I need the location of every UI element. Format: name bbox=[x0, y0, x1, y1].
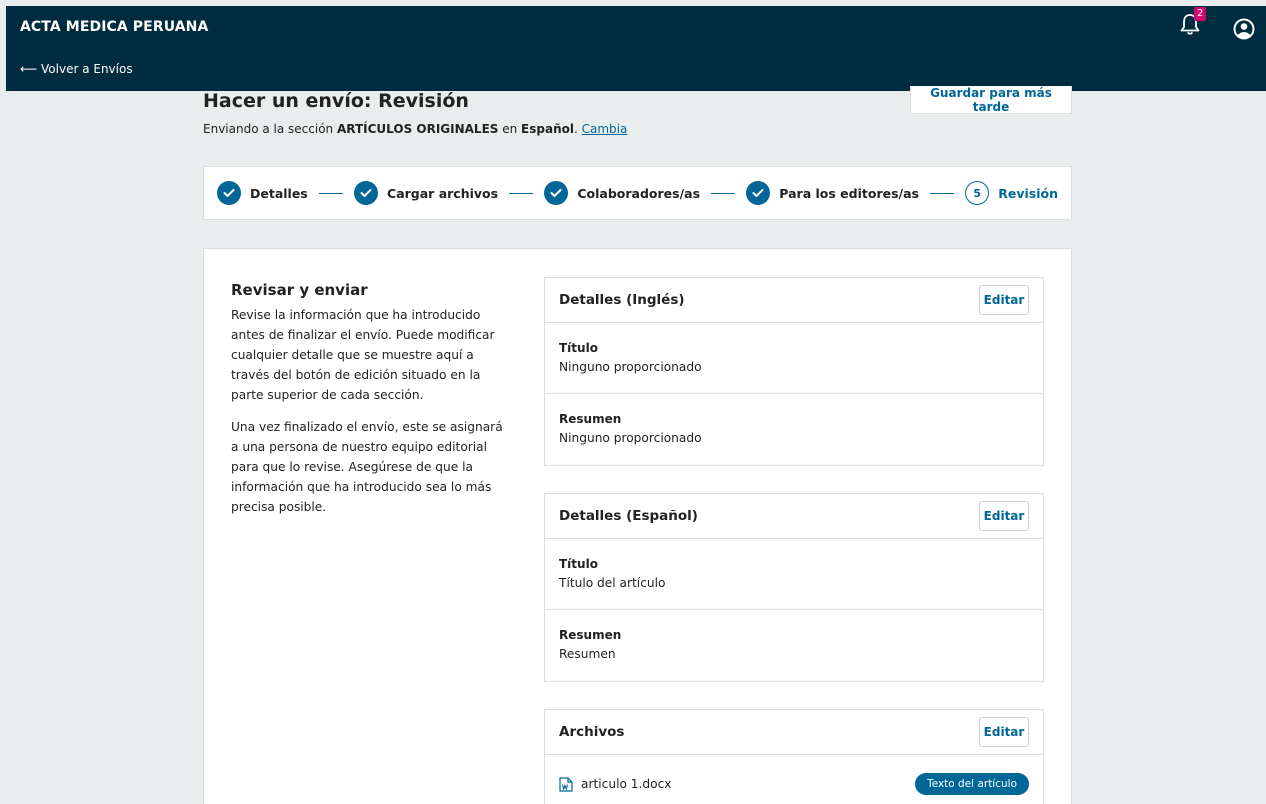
step-label: Detalles bbox=[250, 185, 308, 201]
save-for-later-button[interactable]: Guardar para más tarde bbox=[910, 86, 1072, 114]
panel-header: Archivos Editar bbox=[545, 710, 1043, 755]
step-connector bbox=[509, 192, 534, 194]
title-field: Título Título del artículo bbox=[545, 539, 1043, 610]
edit-files-button[interactable]: Editar bbox=[979, 717, 1029, 747]
step-connector bbox=[929, 192, 955, 194]
check-icon bbox=[217, 181, 241, 205]
page-title: Hacer un envío: Revisión bbox=[203, 90, 469, 112]
user-account-icon[interactable] bbox=[1233, 18, 1255, 40]
panel-header: Detalles (Inglés) Editar bbox=[545, 278, 1043, 323]
panel-title: Detalles (Inglés) bbox=[559, 292, 685, 308]
panel-title: Detalles (Español) bbox=[559, 508, 698, 524]
change-section-link[interactable]: Cambia bbox=[582, 122, 628, 136]
details-spanish-panel: Detalles (Español) Editar Título Título … bbox=[544, 493, 1044, 682]
edit-details-spanish-button[interactable]: Editar bbox=[979, 501, 1029, 531]
panel-title: Archivos bbox=[559, 724, 625, 740]
submission-stepper: Detalles Cargar archivos Colaboradores/a… bbox=[203, 166, 1072, 220]
step-connector bbox=[711, 192, 736, 194]
review-instructions: Revise la información que ha introducido… bbox=[231, 308, 495, 402]
submission-section-info: Enviando a la sección ARTÍCULOS ORIGINAL… bbox=[203, 122, 628, 136]
check-icon bbox=[354, 181, 379, 205]
review-card: Revisar y enviar Revise la información q… bbox=[203, 248, 1072, 804]
back-to-submissions-link[interactable]: ⟵ Volver a Envíos bbox=[20, 62, 133, 76]
notification-badge: 2 bbox=[1194, 7, 1207, 21]
file-row: articulo 1.docx Texto del artículo bbox=[545, 755, 1043, 804]
edit-details-english-button[interactable]: Editar bbox=[979, 285, 1029, 315]
step-label: Para los editores/as bbox=[779, 185, 919, 201]
step-review[interactable]: 5 Revisión bbox=[965, 181, 1058, 205]
file-type-badge: Texto del artículo bbox=[915, 773, 1029, 795]
check-icon bbox=[544, 181, 569, 205]
section-name: ARTÍCULOS ORIGINALES bbox=[336, 122, 499, 136]
panel-header: Detalles (Español) Editar bbox=[545, 494, 1043, 539]
step-label: Colaboradores/as bbox=[577, 185, 701, 201]
file-name[interactable]: articulo 1.docx bbox=[559, 776, 672, 792]
abstract-field: Resumen Ninguno proporcionado bbox=[559, 412, 702, 445]
step-label: Revisión bbox=[998, 185, 1058, 201]
step-connector bbox=[318, 192, 344, 194]
step-contributors[interactable]: Colaboradores/as bbox=[544, 181, 700, 205]
files-panel: Archivos Editar articulo 1.docx Texto de… bbox=[544, 709, 1044, 804]
title-field: Título Ninguno proporcionado bbox=[545, 323, 1043, 394]
review-intro: Revisar y enviar Revise la información q… bbox=[231, 281, 511, 529]
abstract-field: Resumen Resumen bbox=[559, 628, 622, 661]
review-heading: Revisar y enviar bbox=[231, 281, 368, 299]
submission-language: Español bbox=[521, 122, 574, 136]
step-details[interactable]: Detalles bbox=[217, 181, 308, 205]
details-english-panel: Detalles (Inglés) Editar Título Ninguno … bbox=[544, 277, 1044, 466]
journal-brand[interactable]: ACTA MEDICA PERUANA bbox=[20, 19, 208, 35]
step-upload-files[interactable]: Cargar archivos bbox=[354, 181, 498, 205]
word-document-icon bbox=[559, 776, 573, 792]
check-icon bbox=[746, 181, 771, 205]
top-bar: ACTA MEDICA PERUANA ⟵ Volver a Envíos bbox=[6, 6, 1266, 91]
step-number: 5 bbox=[965, 181, 990, 205]
step-label: Cargar archivos bbox=[387, 185, 499, 201]
review-notice: Una vez finalizado el envío, este se asi… bbox=[231, 420, 503, 514]
step-for-editors[interactable]: Para los editores/as bbox=[746, 181, 919, 205]
